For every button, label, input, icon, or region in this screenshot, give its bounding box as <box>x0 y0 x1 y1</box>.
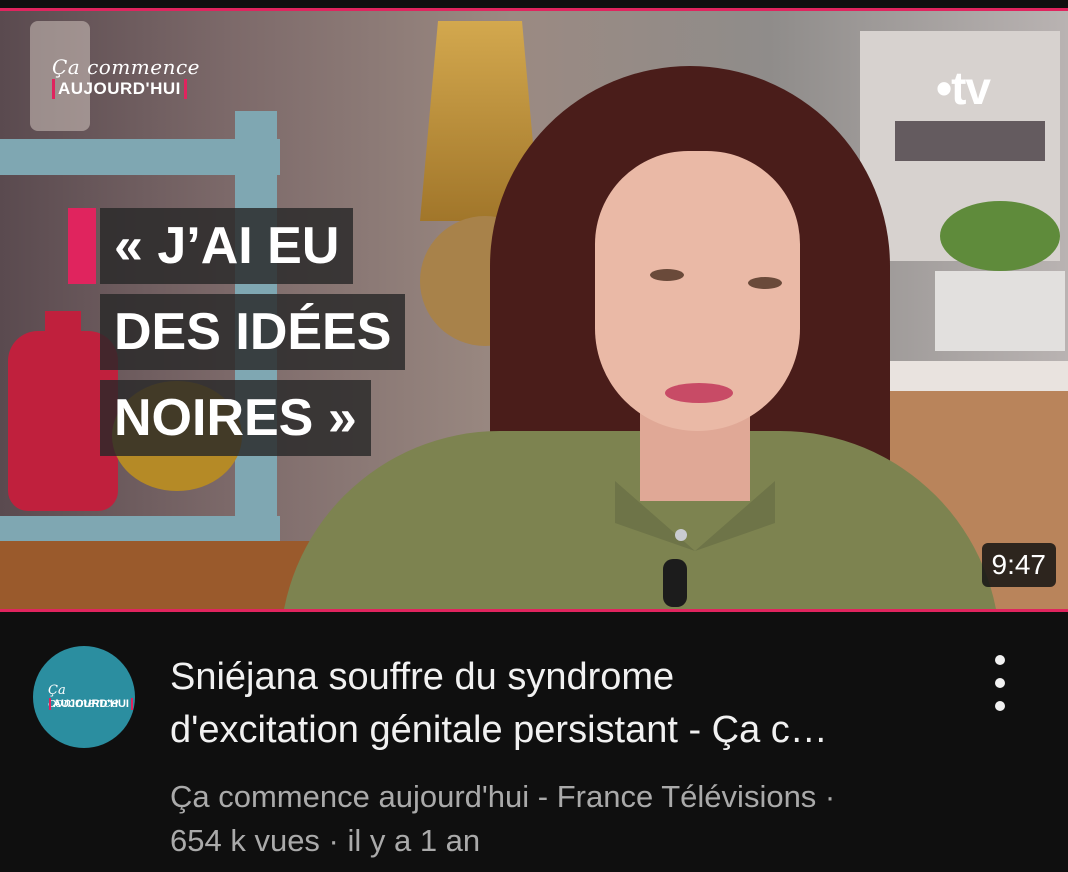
person-shirt-button <box>675 529 687 541</box>
menu-dot <box>995 701 1005 711</box>
video-thumbnail[interactable]: Ça commence AUJOURD'HUI •tv « J’AI EU DE… <box>0 8 1068 612</box>
person-eye-left <box>650 269 684 281</box>
view-count-and-age: 654 k vues · il y a 1 an <box>170 823 481 858</box>
background-plant <box>940 201 1060 271</box>
video-card[interactable]: Ça commence AUJOURD'HUI •tv « J’AI EU DE… <box>0 0 1068 872</box>
channel-avatar[interactable]: Ça commence AUJOURD'HUI <box>33 646 135 748</box>
show-logo-caps: AUJOURD'HUI <box>52 79 187 99</box>
show-logo-script: Ça commence <box>52 55 201 79</box>
menu-dot <box>995 655 1005 665</box>
broadcaster-logo: •tv <box>936 62 991 114</box>
person-lips <box>665 383 733 403</box>
background-window-bar <box>895 121 1045 161</box>
quote-line: NOIRES » <box>100 380 371 456</box>
quote-line: DES IDÉES <box>100 294 406 370</box>
lapel-microphone <box>663 559 687 607</box>
background-plant-pot <box>935 271 1065 351</box>
duration-badge: 9:47 <box>981 543 1056 587</box>
quote-line: « J’AI EU <box>100 208 354 284</box>
video-title-line: Sniéjana souffre du syndrome <box>170 656 675 698</box>
video-title-line: d'excitation génitale persistant - Ça c… <box>170 709 828 751</box>
quote-accent-bar <box>68 208 96 284</box>
video-metadata: Ça commence aujourd'hui - France Télévis… <box>170 775 930 863</box>
more-vert-icon[interactable] <box>982 655 1018 711</box>
person-eye-right <box>748 277 782 289</box>
channel-name: Ça commence aujourd'hui - France Télévis… <box>170 779 836 814</box>
menu-dot <box>995 678 1005 688</box>
background-shelf-bottom <box>0 516 280 542</box>
video-title[interactable]: Sniéjana souffre du syndrome d'excitatio… <box>170 651 970 757</box>
avatar-logo-caps: AUJOURD'HUI <box>49 698 133 710</box>
show-logo: Ça commence AUJOURD'HUI <box>52 57 200 99</box>
background-wood <box>0 541 320 609</box>
